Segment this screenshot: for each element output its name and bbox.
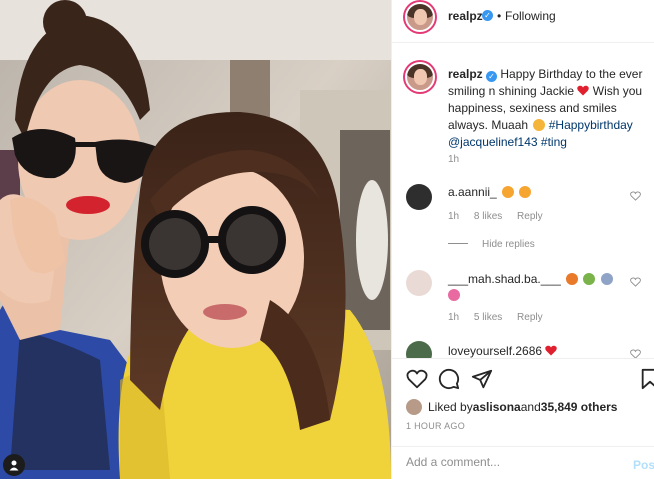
author-avatar[interactable]: [405, 2, 435, 32]
liker-username[interactable]: aslisona: [473, 400, 521, 414]
star-eyes-icon: [519, 186, 532, 198]
comments-list[interactable]: realpz ✓ Happy Birthday to the ever smil…: [392, 44, 654, 358]
comment-likes[interactable]: 5 likes: [474, 312, 502, 323]
person-meditating-icon: [600, 273, 613, 285]
hashtag-link[interactable]: #Happybirthday: [549, 118, 633, 132]
comment-meta: 1h 8 likes Reply: [448, 211, 555, 222]
hashtag-link-2[interactable]: #ting: [541, 135, 567, 149]
hide-replies-label: Hide replies: [482, 239, 535, 250]
star-eyes-icon: [502, 186, 515, 198]
verified-icon: ✓: [486, 71, 498, 82]
tag-button[interactable]: [3, 454, 25, 476]
post-side-panel: realpz ✓ • Following realpz ✓ Happy Birt…: [391, 0, 654, 479]
author-username[interactable]: realpz: [448, 9, 483, 23]
post-photo[interactable]: [0, 0, 391, 479]
likes-summary: Liked by aslisona and 35,849 others: [406, 398, 617, 416]
comment-time[interactable]: 1h: [448, 312, 459, 323]
separator-dot: •: [497, 9, 502, 23]
comment-avatar[interactable]: [406, 341, 432, 358]
liker-avatar[interactable]: [406, 399, 422, 415]
like-comment-heart-icon[interactable]: [630, 277, 641, 287]
comment-username[interactable]: ___mah.shad.ba.___: [448, 272, 561, 286]
comment-input[interactable]: [406, 455, 606, 469]
caption-text: realpz ✓ Happy Birthday to the ever smil…: [448, 66, 648, 151]
post-actions: [392, 358, 654, 398]
comment-time[interactable]: 1h: [448, 211, 459, 222]
share-icon[interactable]: [471, 368, 493, 390]
following-button[interactable]: Following: [505, 9, 556, 23]
turtle-icon: [583, 273, 596, 285]
instagram-post-modal: realpz ✓ • Following realpz ✓ Happy Birt…: [0, 0, 654, 479]
comment-likes[interactable]: 8 likes: [474, 211, 502, 222]
reply-button[interactable]: Reply: [517, 312, 543, 323]
likes-count[interactable]: 35,849 others: [541, 400, 618, 414]
caption-avatar[interactable]: [405, 62, 435, 92]
verified-icon: ✓: [482, 10, 493, 21]
caption-time[interactable]: 1h: [448, 154, 459, 165]
comment-username[interactable]: a.aannii_: [448, 185, 497, 199]
caption-username[interactable]: realpz: [448, 67, 483, 81]
add-comment-bar: Post: [392, 446, 654, 479]
bookmark-icon[interactable]: [639, 368, 654, 390]
likes-middle: and: [520, 400, 541, 414]
fox-icon: [566, 273, 579, 285]
person-tag-icon: [9, 460, 19, 471]
post-comment-button[interactable]: Post: [633, 458, 654, 472]
mention-link[interactable]: @jacquelinef143: [448, 135, 538, 149]
comment-avatar[interactable]: [406, 270, 432, 296]
comment-username[interactable]: loveyourself.2686: [448, 344, 542, 358]
comment-item: a.aannii_: [448, 185, 532, 199]
flower-icon: [448, 289, 460, 301]
reply-button[interactable]: Reply: [517, 211, 543, 222]
comment-item: ___mah.shad.ba.___: [448, 272, 613, 302]
like-comment-heart-icon[interactable]: [630, 191, 641, 201]
post-image: [0, 0, 391, 479]
post-header: realpz ✓ • Following: [392, 0, 654, 43]
like-comment-heart-icon[interactable]: [630, 349, 641, 358]
comment-item: loveyourself.2686: [448, 344, 558, 358]
heart-icon[interactable]: [406, 368, 428, 390]
red-heart-icon: [577, 85, 590, 96]
hide-replies-button[interactable]: Hide replies: [448, 239, 535, 250]
comment-avatar[interactable]: [406, 184, 432, 210]
comment-meta: 1h 5 likes Reply: [448, 312, 555, 323]
red-heart-icon: [545, 345, 558, 356]
kissing-face-icon: [533, 119, 546, 131]
likes-prefix: Liked by: [428, 400, 473, 414]
comment-icon[interactable]: [438, 368, 460, 390]
post-timestamp[interactable]: 1 HOUR AGO: [406, 421, 465, 431]
